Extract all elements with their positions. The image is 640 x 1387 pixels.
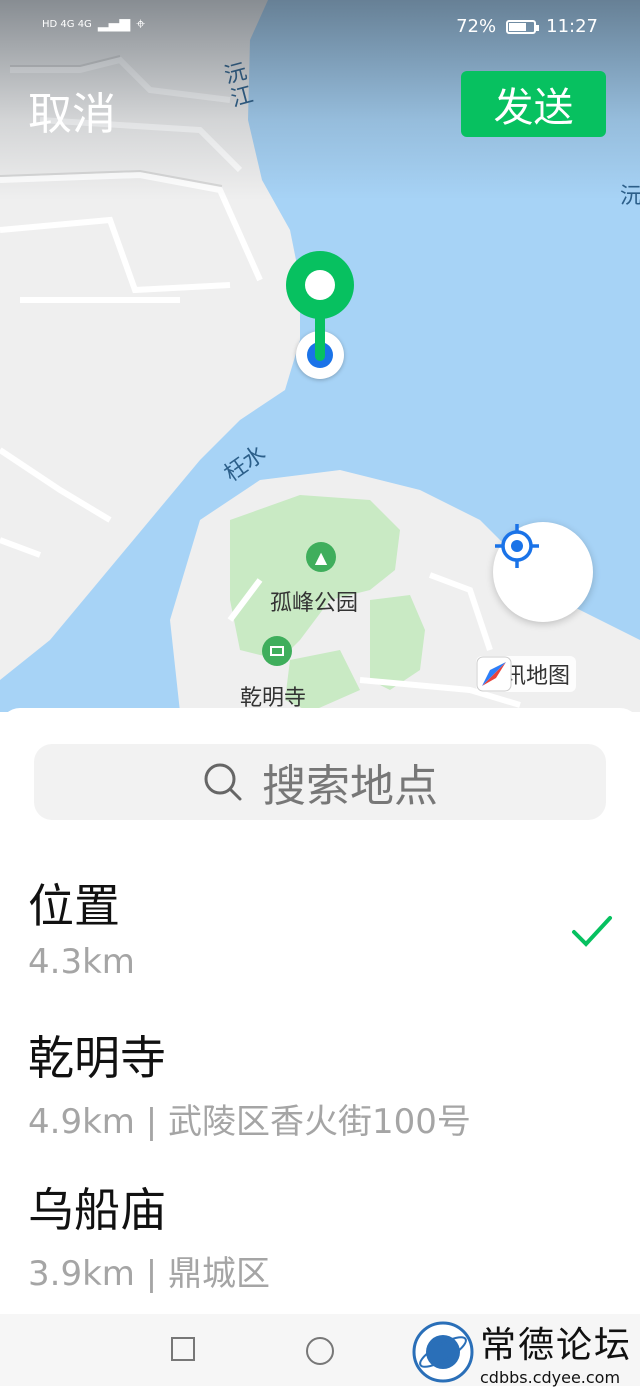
status-bar: HD 4G 4G ▂▄▆ ⌖ 72% 11:27 (0, 14, 640, 42)
place-name: 位置 (28, 879, 120, 933)
battery-percent: 72% (456, 16, 497, 37)
forum-logo-icon (412, 1321, 474, 1382)
signal-text: HD 4G 4G (42, 18, 92, 30)
crosshair-icon (495, 524, 539, 568)
place-item-3[interactable]: 乌船庙 3.9km | 鼎城区 (28, 1174, 618, 1295)
park-label: 孤峰公园 (270, 591, 359, 616)
forum-watermark: 常德论坛 cdbbs.cdyee.com (412, 1316, 632, 1387)
my-location-button[interactable] (493, 522, 593, 622)
forum-url: cdbbs.cdyee.com (480, 1368, 621, 1387)
compass-icon (476, 656, 512, 692)
forum-title: 常德论坛 (480, 1325, 633, 1366)
battery-icon (506, 19, 540, 34)
place-detail: 4.9km | 武陵区香火街100号 (28, 1102, 471, 1142)
clock: 11:27 (546, 16, 598, 37)
home-button[interactable] (306, 1337, 334, 1365)
search-placeholder: 搜索地点 (262, 761, 438, 812)
signal-indicators: HD 4G 4G ▂▄▆ ⌖ (42, 14, 145, 34)
search-bar[interactable]: 搜索地点 (34, 744, 606, 820)
park-marker[interactable]: ▲ (306, 542, 336, 572)
places-sheet: 搜索地点 位置 4.3km 乾明寺 4.9km | 武陵区香火街100号 乌船庙… (0, 708, 640, 1348)
map-provider-logo: 腾讯地图 (476, 656, 577, 692)
place-item-1[interactable]: 位置 4.3km (28, 870, 618, 982)
temple-marker[interactable] (262, 636, 292, 666)
checkmark-icon (572, 916, 612, 947)
cancel-button[interactable]: 取消 (28, 78, 116, 142)
send-button[interactable]: 发送 (461, 71, 606, 137)
selected-pin-icon (286, 251, 354, 363)
signal-icon: ▂▄▆ (97, 16, 131, 32)
tree-icon: ▲ (314, 547, 328, 567)
place-name: 乾明寺 (28, 1031, 166, 1085)
place-name: 乌船庙 (28, 1183, 166, 1237)
location-status-icon: ⌖ (136, 14, 146, 33)
place-item-2[interactable]: 乾明寺 4.9km | 武陵区香火街100号 (28, 1022, 618, 1143)
place-detail: 3.9km | 鼎城区 (28, 1254, 270, 1294)
place-detail: 4.3km (28, 942, 135, 982)
recents-button[interactable] (171, 1337, 195, 1361)
search-icon (204, 763, 242, 801)
temple-icon (270, 646, 284, 656)
